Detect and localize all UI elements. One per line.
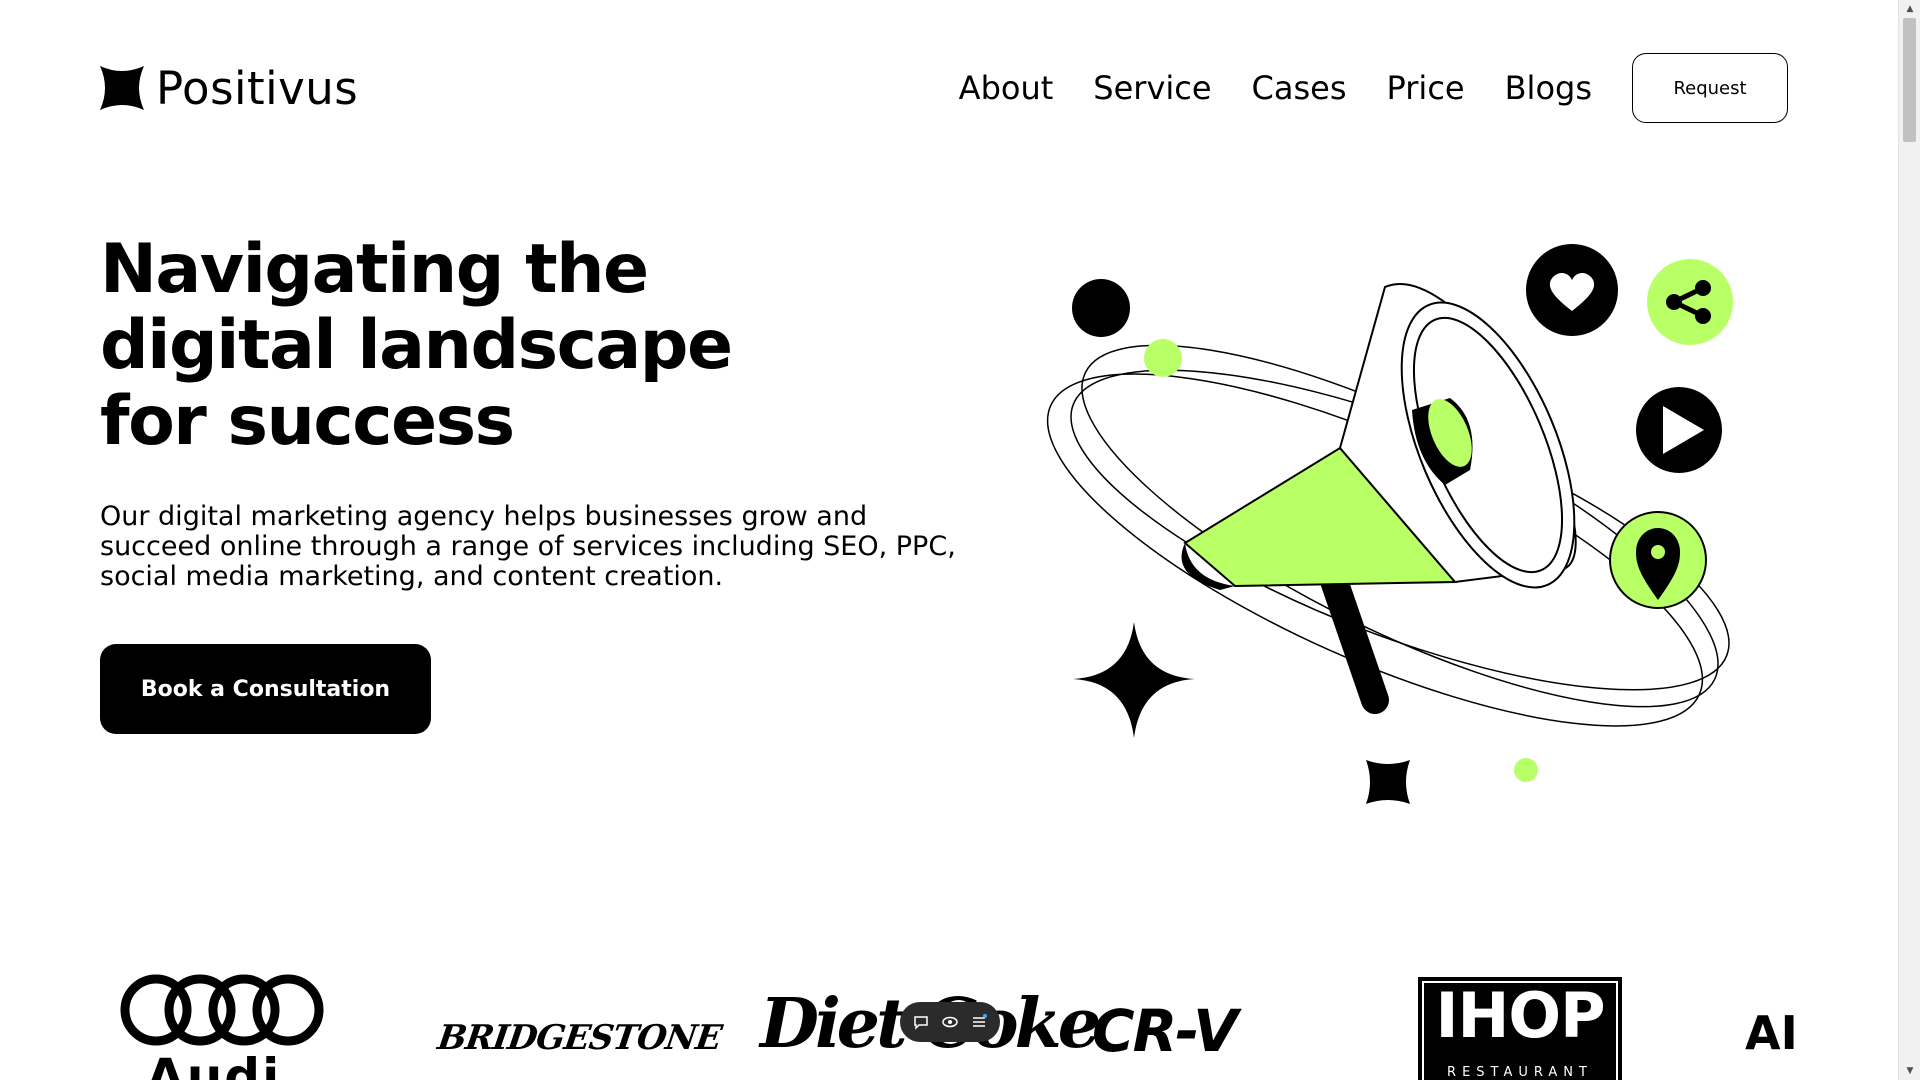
- nav-price[interactable]: Price: [1387, 72, 1465, 104]
- scroll-thumb[interactable]: [1903, 18, 1916, 142]
- positivus-star-icon: [100, 66, 144, 110]
- nav-blogs[interactable]: Blogs: [1505, 72, 1592, 104]
- page: Positivus About Service Cases Price Blog…: [0, 0, 1898, 1080]
- brand-logo[interactable]: Positivus: [100, 64, 358, 112]
- main-nav: About Service Cases Price Blogs Request: [959, 53, 1788, 123]
- nav-cases[interactable]: Cases: [1252, 72, 1347, 104]
- scroll-up-arrow-icon[interactable]: ▲: [1899, 0, 1920, 18]
- brand-name: Positivus: [156, 61, 359, 115]
- hero-title-line-2: digital landscape: [100, 306, 733, 385]
- sparkle-star-icon: [1073, 622, 1195, 738]
- black-dot: [1072, 279, 1130, 337]
- floating-toolbar: [900, 1002, 1000, 1042]
- ihop-logo-subtext: RESTAURANT: [1447, 1065, 1593, 1080]
- play-icon: [1636, 387, 1722, 473]
- crv-logo: CR-V: [1092, 997, 1238, 1065]
- small-star-icon: [1366, 760, 1410, 804]
- audi-rings-logo: [120, 974, 324, 1046]
- hero-description: Our digital marketing agency helps busin…: [100, 501, 956, 592]
- scroll-down-arrow-icon[interactable]: ▼: [1899, 1062, 1920, 1080]
- hero-title-line-1: Navigating the: [100, 230, 649, 309]
- audi-logo-text: Audi: [146, 1048, 282, 1080]
- location-pin-icon: [1609, 511, 1707, 609]
- chat-icon[interactable]: [910, 1011, 932, 1033]
- share-icon: [1647, 259, 1733, 345]
- hero-title: Navigating the digital landscape for suc…: [100, 232, 860, 460]
- eye-icon[interactable]: [939, 1011, 961, 1033]
- green-dot-small: [1514, 758, 1538, 782]
- nav-service[interactable]: Service: [1093, 72, 1211, 104]
- nav-about[interactable]: About: [959, 72, 1054, 104]
- green-dot: [1144, 339, 1182, 377]
- ihop-logo-text: IHOP: [1435, 979, 1605, 1052]
- menu-icon[interactable]: [968, 1011, 990, 1033]
- request-button[interactable]: Request: [1632, 53, 1788, 123]
- bridgestone-logo: BRIDGESTONE: [435, 1018, 724, 1058]
- page-scrollbar[interactable]: ▲ ▼: [1898, 0, 1920, 1080]
- megaphone-icon: [1181, 283, 1577, 714]
- book-consultation-button[interactable]: Book a Consultation: [100, 644, 431, 734]
- heart-icon: [1526, 244, 1618, 336]
- hero-title-line-3: for success: [100, 382, 515, 461]
- hero-illustration: [1046, 244, 1733, 804]
- partial-logo: AI: [1745, 1006, 1798, 1060]
- ihop-logo: IHOP RESTAURANT: [1418, 977, 1622, 1080]
